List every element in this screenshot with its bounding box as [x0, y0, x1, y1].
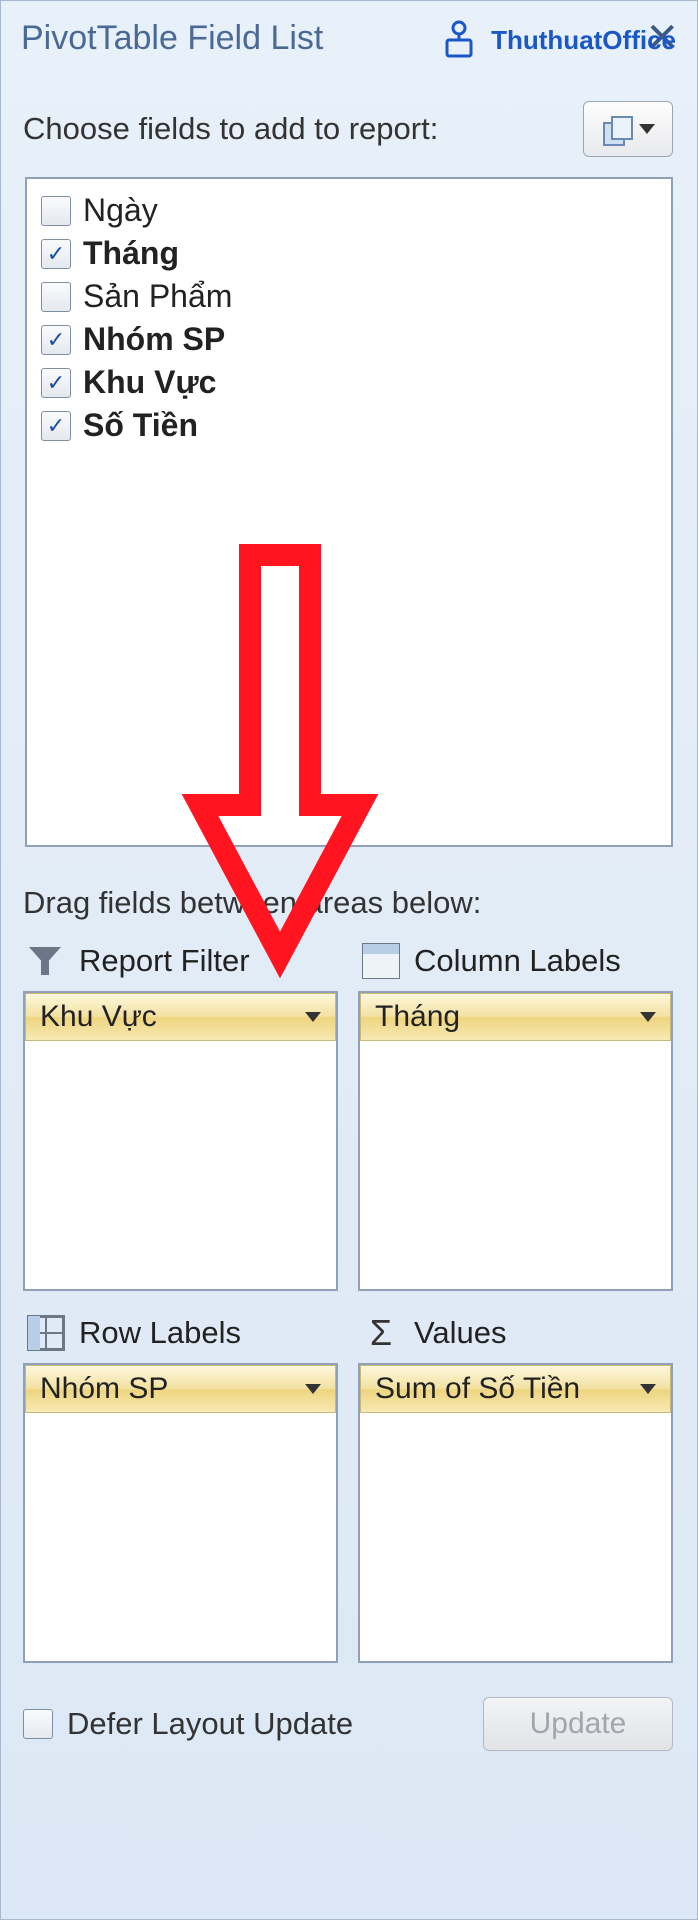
drop-areas: Report Filter Khu Vực Column Labels Thán…	[1, 931, 697, 1663]
update-label: Update	[530, 1707, 627, 1741]
row-labels-area: Row Labels Nhóm SP	[23, 1309, 338, 1663]
title-bar: PivotTable Field List ✕	[1, 1, 697, 73]
report-filter-area: Report Filter Khu Vực	[23, 937, 338, 1291]
sigma-icon: Σ	[362, 1315, 400, 1351]
chevron-down-icon	[305, 1012, 321, 1022]
field-row[interactable]: Ngày	[37, 189, 661, 232]
chevron-down-icon	[640, 1384, 656, 1394]
chevron-down-icon	[640, 1012, 656, 1022]
area-header: Column Labels	[358, 937, 673, 991]
panel-title: PivotTable Field List	[21, 19, 323, 58]
checkbox-icon[interactable]	[41, 196, 71, 226]
field-row[interactable]: ✓ Tháng	[37, 232, 661, 275]
drop-zone[interactable]: Tháng	[358, 991, 673, 1291]
drag-instructions: Drag fields between areas below:	[1, 847, 697, 931]
defer-layout-checkbox[interactable]: Defer Layout Update	[23, 1706, 353, 1742]
choose-row: Choose fields to add to report:	[1, 73, 697, 171]
area-label: Report Filter	[79, 943, 250, 979]
row-grid-icon	[27, 1315, 65, 1351]
field-label: Nhóm SP	[83, 321, 225, 358]
field-label: Ngày	[83, 192, 158, 229]
layout-options-button[interactable]	[583, 101, 673, 157]
column-grid-icon	[362, 943, 400, 979]
values-area: Σ Values Sum of Số Tiền	[358, 1309, 673, 1663]
area-label: Column Labels	[414, 943, 621, 979]
pivottable-field-list-panel: PivotTable Field List ✕ Choose fields to…	[0, 0, 698, 1920]
pill-label: Khu Vực	[40, 1000, 157, 1034]
field-label: Sản Phẩm	[83, 278, 232, 315]
area-label: Values	[414, 1315, 507, 1351]
field-row[interactable]: ✓ Nhóm SP	[37, 318, 661, 361]
pill-label: Sum of Số Tiền	[375, 1372, 580, 1406]
update-button: Update	[483, 1697, 673, 1751]
chevron-down-icon	[639, 124, 655, 134]
field-pill[interactable]: Sum of Số Tiền	[360, 1365, 671, 1413]
checkbox-icon[interactable]: ✓	[41, 325, 71, 355]
field-label: Khu Vực	[83, 364, 216, 401]
field-pill[interactable]: Khu Vực	[25, 993, 336, 1041]
drop-zone[interactable]: Khu Vực	[23, 991, 338, 1291]
drop-zone[interactable]: Sum of Số Tiền	[358, 1363, 673, 1663]
field-label: Số Tiền	[83, 407, 198, 444]
field-row[interactable]: ✓ Số Tiền	[37, 404, 661, 447]
field-pill[interactable]: Nhóm SP	[25, 1365, 336, 1413]
checkbox-icon[interactable]: ✓	[41, 411, 71, 441]
checkbox-icon[interactable]	[41, 282, 71, 312]
close-icon[interactable]: ✕	[645, 15, 679, 61]
field-row[interactable]: ✓ Khu Vực	[37, 361, 661, 404]
column-labels-area: Column Labels Tháng	[358, 937, 673, 1291]
layout-icon	[601, 114, 631, 144]
chevron-down-icon	[305, 1384, 321, 1394]
funnel-icon	[27, 943, 65, 979]
pill-label: Tháng	[375, 1000, 460, 1034]
area-label: Row Labels	[79, 1315, 241, 1351]
pill-label: Nhóm SP	[40, 1372, 168, 1406]
defer-label: Defer Layout Update	[67, 1706, 353, 1742]
field-row[interactable]: Sản Phẩm	[37, 275, 661, 318]
area-header: Row Labels	[23, 1309, 338, 1363]
checkbox-icon[interactable]	[23, 1709, 53, 1739]
checkbox-icon[interactable]: ✓	[41, 368, 71, 398]
field-list[interactable]: Ngày ✓ Tháng Sản Phẩm ✓ Nhóm SP ✓ Khu Vự…	[25, 177, 673, 847]
field-label: Tháng	[83, 235, 179, 272]
choose-fields-label: Choose fields to add to report:	[23, 111, 438, 147]
area-header: Report Filter	[23, 937, 338, 991]
field-pill[interactable]: Tháng	[360, 993, 671, 1041]
footer: Defer Layout Update Update	[1, 1663, 697, 1751]
checkbox-icon[interactable]: ✓	[41, 239, 71, 269]
area-header: Σ Values	[358, 1309, 673, 1363]
drop-zone[interactable]: Nhóm SP	[23, 1363, 338, 1663]
